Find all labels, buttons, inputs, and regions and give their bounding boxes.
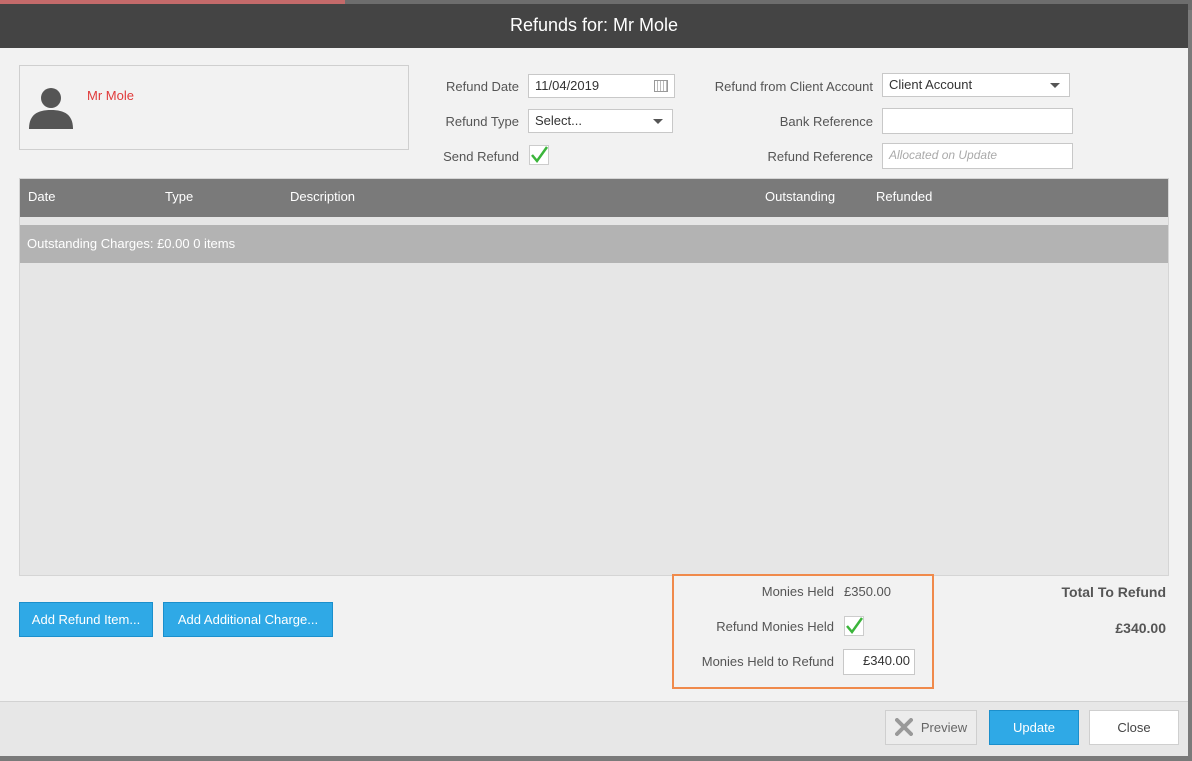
send-refund-checkbox-checkmark-icon[interactable] <box>529 145 549 165</box>
refund-date-value: 11/04/2019 <box>535 78 600 93</box>
refund-items-grid: Date Type Description Outstanding Refund… <box>19 178 1169 576</box>
refund-type-label: Refund Type <box>445 114 519 129</box>
column-date[interactable]: Date <box>28 189 55 204</box>
add-additional-charge-button[interactable]: Add Additional Charge... <box>163 602 333 637</box>
client-card: Mr Mole <box>19 65 409 150</box>
client-name[interactable]: Mr Mole <box>87 88 134 103</box>
total-to-refund-label: Total To Refund <box>1061 584 1166 600</box>
refund-reference-input[interactable]: Allocated on Update <box>882 143 1073 169</box>
add-refund-item-button[interactable]: Add Refund Item... <box>19 602 153 637</box>
client-account-value: Client Account <box>889 77 973 92</box>
column-type[interactable]: Type <box>165 189 193 204</box>
update-button[interactable]: Update <box>989 710 1079 745</box>
dialog-footer: Preview Update Close <box>0 701 1188 756</box>
monies-held-to-refund-input[interactable]: £340.00 <box>843 649 915 675</box>
chevron-down-icon <box>1050 83 1060 88</box>
column-description[interactable]: Description <box>290 189 355 204</box>
refund-date-input[interactable]: 11/04/2019 <box>528 74 675 98</box>
monies-held-label: Monies Held <box>761 584 834 599</box>
dialog-title: Refunds for: Mr Mole <box>0 4 1188 48</box>
refund-monies-held-label: Refund Monies Held <box>716 619 834 634</box>
user-avatar-icon <box>29 88 73 129</box>
column-outstanding[interactable]: Outstanding <box>765 189 835 204</box>
chevron-down-icon <box>653 119 663 124</box>
refund-type-value: Select... <box>535 113 582 128</box>
close-button[interactable]: Close <box>1089 710 1179 745</box>
refunds-dialog: Refunds for: Mr Mole Mr Mole Refund Date… <box>0 4 1188 756</box>
grid-header: Date Type Description Outstanding Refund… <box>20 179 1168 217</box>
monies-held-value: £350.00 <box>844 584 891 599</box>
refund-monies-held-checkbox-checkmark-icon[interactable] <box>844 616 864 636</box>
client-account-label: Refund from Client Account <box>714 79 873 94</box>
refund-type-select[interactable]: Select... <box>528 109 673 133</box>
bank-reference-input[interactable] <box>882 108 1073 134</box>
close-x-icon <box>894 718 913 737</box>
send-refund-label: Send Refund <box>443 149 519 164</box>
column-refunded[interactable]: Refunded <box>876 189 932 204</box>
preview-button[interactable]: Preview <box>885 710 977 745</box>
refund-reference-label: Refund Reference <box>767 149 873 164</box>
preview-button-label: Preview <box>920 720 968 735</box>
calendar-icon[interactable] <box>654 80 668 92</box>
monies-held-to-refund-label: Monies Held to Refund <box>701 654 834 669</box>
outstanding-charges-group[interactable]: Outstanding Charges: £0.00 0 items <box>20 225 1168 263</box>
bank-reference-label: Bank Reference <box>779 114 873 129</box>
total-to-refund-value: £340.00 <box>1115 620 1166 636</box>
client-account-select[interactable]: Client Account <box>882 73 1070 97</box>
refund-date-label: Refund Date <box>446 79 519 94</box>
